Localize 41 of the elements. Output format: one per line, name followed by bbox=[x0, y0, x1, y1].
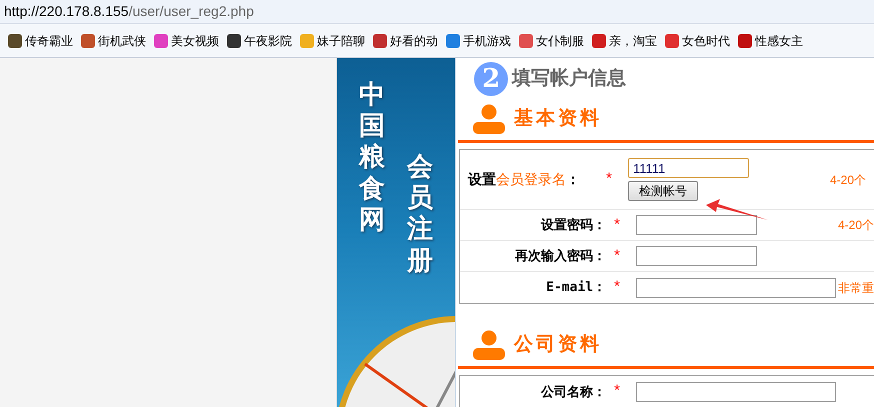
field-label: E-mail： bbox=[546, 278, 606, 297]
hint-text: 4-20个 bbox=[838, 217, 874, 234]
url-path: /user/user_reg2.php bbox=[128, 2, 254, 21]
input-field[interactable]: 11111 bbox=[628, 158, 749, 178]
bookmark-link[interactable]: 美女视频 bbox=[154, 32, 219, 50]
step-number-badge: 2 bbox=[474, 62, 508, 96]
bookmark-link[interactable]: 街机武侠 bbox=[81, 32, 146, 50]
required-asterisk: * bbox=[614, 381, 620, 402]
required-asterisk: * bbox=[614, 277, 620, 298]
bookmark-link[interactable]: 妹子陪聊 bbox=[300, 32, 365, 50]
check-account-button[interactable]: 检测帐号 bbox=[628, 181, 698, 201]
site-name: 中国粮食网 bbox=[358, 80, 385, 237]
bookmark-link[interactable]: 传奇霸业 bbox=[8, 32, 73, 50]
bookmark-link[interactable]: 手机游戏 bbox=[446, 32, 511, 50]
required-asterisk: * bbox=[606, 169, 612, 190]
bookmark-link[interactable]: 女色时代 bbox=[665, 32, 730, 50]
required-asterisk: * bbox=[614, 214, 620, 235]
field-label: 设置密码： bbox=[541, 216, 606, 234]
step-title: 填写帐户信息 bbox=[512, 66, 626, 91]
person-icon bbox=[472, 330, 506, 360]
bookmark-link[interactable]: 性感女主 bbox=[738, 32, 803, 50]
url-host: http://220.178.8.155 bbox=[4, 2, 129, 21]
input-field[interactable] bbox=[636, 215, 757, 235]
section-title: 基本资料 bbox=[514, 106, 602, 131]
address-bar[interactable]: http://220.178.8.155/user/user_reg2.php bbox=[0, 0, 874, 24]
person-icon bbox=[472, 104, 506, 134]
hint-text: 4-20个 bbox=[830, 172, 866, 188]
required-asterisk: * bbox=[614, 246, 620, 266]
section-title: 公司资料 bbox=[514, 332, 602, 357]
hint-text: 非常重 bbox=[838, 280, 874, 296]
input-field[interactable] bbox=[636, 246, 757, 266]
field-label: 设置会员登录名： bbox=[468, 170, 580, 189]
field-label: 再次输入密码： bbox=[515, 247, 606, 266]
input-field[interactable] bbox=[636, 382, 836, 402]
bookmark-link[interactable]: 女仆制服 bbox=[519, 32, 584, 50]
bookmark-link[interactable]: 午夜影院 bbox=[227, 32, 292, 50]
input-field[interactable] bbox=[636, 278, 836, 298]
bookmark-link[interactable]: 好看的动 bbox=[373, 32, 438, 50]
field-label: 公司名称： bbox=[541, 382, 606, 401]
bookmark-link[interactable]: 亲，淘宝 bbox=[592, 32, 657, 50]
register-title: 会员注册 bbox=[406, 152, 433, 278]
